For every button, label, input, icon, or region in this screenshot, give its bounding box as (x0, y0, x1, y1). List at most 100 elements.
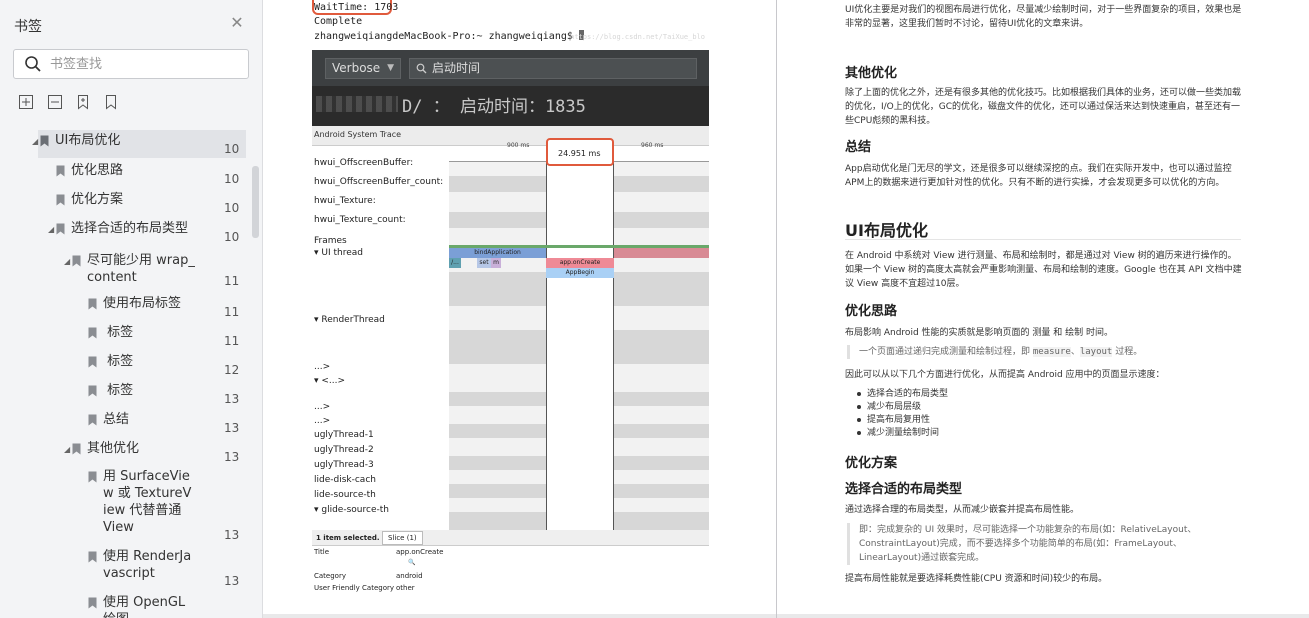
trace-track-name: ▾ UI thread (314, 248, 363, 258)
bookmark-item[interactable]: 标签 13 (0, 380, 250, 408)
list-item: 选择合适的布局类型 (856, 388, 948, 401)
redacted-region (316, 96, 398, 112)
bookmark-icon[interactable] (103, 94, 119, 110)
paragraph-aspects: 因此可以从以下几个方面进行优化，从而提高 Android 应用中的页面显示速度： (845, 370, 1165, 380)
trace-info-panel: 1 item selected. Slice (1) Title app.onC… (312, 530, 709, 614)
heading-plan: 优化方案 (845, 456, 898, 471)
bookmark-icon (56, 194, 65, 206)
bookmark-item[interactable]: 标签 12 (0, 351, 250, 379)
ruler-tick: 960 ms (641, 142, 664, 149)
log-level-select: Verbose ▼ (325, 58, 401, 79)
ruler-tick: 900 ms (507, 142, 530, 149)
bookmark-tree: ◢ UI布局优化 10 优化思路 10 优化方案 10 ◢ 选择合适的布局类型 10 ◢ 尽可能少用 … (0, 126, 262, 618)
chevron-down-icon: ▼ (387, 63, 394, 73)
bookmark-label: UI布局优化 (55, 133, 121, 148)
trace-track-name: hwui_OffscreenBuffer_count: (314, 177, 444, 187)
trace-tracks: bindApplication /... set m app.onCreate … (449, 162, 709, 530)
bookmark-item[interactable]: 总结 13 (0, 409, 250, 437)
paragraph-ui: 在 Android 中系统对 View 进行测量、布局和绘制时，都是通过对 Vi… (845, 251, 1242, 289)
bookmark-item[interactable]: 用 SurfaceVie w 或 TextureV iew 代替普通 View 1… (0, 466, 250, 544)
trace-slice: AppBegin (546, 268, 614, 278)
collapse-all-icon[interactable] (47, 94, 63, 110)
document-viewer: WaitTime: 1703 Complete zhangweiqiangdeM… (263, 0, 1309, 618)
trace-track-name: hwui_Texture_count: (314, 215, 406, 225)
paragraph-summary: App启动优化是门无尽的学文，还是很多可以继续深挖的点。我们在实际开发中，也可以… (845, 164, 1232, 188)
bookmark-label: 优化思路 (71, 163, 124, 178)
document-page-left: WaitTime: 1703 Complete zhangweiqiangdeM… (263, 0, 776, 614)
trace-track-name: hwui_Texture: (314, 196, 376, 206)
bookmark-icon (88, 385, 97, 397)
bookmark-label: 使用 OpenGL 绘图 (103, 595, 186, 618)
log-query-field: 启动时间 (409, 58, 697, 79)
bookmark-search-box[interactable] (13, 49, 249, 79)
bookmark-icon (88, 471, 97, 483)
bookmark-label: 尽可能少用 wrap_ content (87, 253, 195, 285)
info-panel-bar: 1 item selected. Slice (1) (312, 530, 709, 546)
list-item: 减少布局层级 (856, 401, 948, 414)
bookmark-item[interactable]: 标签 11 (0, 322, 250, 350)
heading-ui-layout: UI布局优化 (845, 221, 928, 240)
close-icon[interactable]: ✕ (228, 14, 246, 32)
search-icon (416, 63, 427, 74)
trace-slice: app.onCreate (546, 258, 614, 268)
expand-toggle-icon[interactable]: ◢ (64, 446, 72, 454)
aspects-list: 选择合适的布局类型 减少布局层级 提高布局复用性 减少测量绘制时间 (856, 388, 948, 440)
bookmark-icon (88, 414, 97, 426)
selected-time-window (546, 162, 614, 530)
paragraph-idea: 布局影响 Android 性能的实质就是影响页面的 测量 和 绘制 时间。 (845, 328, 1113, 338)
bookmark-sidebar: 书签 ✕ ◢ UI布局优化 10 优化思路 10 优化方案 10 ◢ 选择合适的布局类型 10 (0, 0, 263, 618)
trace-slice: m (491, 258, 501, 268)
list-item: 提高布局复用性 (856, 414, 948, 427)
search-icon: 🔍 (408, 559, 416, 566)
paragraph-last: 提高布局性能就是要选择耗费性能(CPU 资源和时间)较少的布局。 (845, 574, 1108, 584)
bookmark-page-number: 11 (224, 334, 240, 348)
expand-toggle-icon[interactable]: ◢ (64, 258, 72, 266)
bookmark-item[interactable]: 使用布局标签 11 (0, 293, 250, 321)
bookmark-item[interactable]: 优化方案 10 (0, 189, 250, 217)
bookmark-icon (88, 356, 97, 368)
bookmark-item[interactable]: 优化思路 10 (0, 160, 250, 188)
bookmark-item[interactable]: ◢ UI布局优化 10 (32, 130, 246, 158)
quote-choose: 即：完成复杂的 UI 效果时，尽可能选择一个功能复杂的布局(如：Relative… (847, 523, 1241, 565)
heading-summary: 总结 (845, 140, 872, 155)
bookmark-page-number: 13 (224, 421, 240, 435)
bookmark-icon (72, 255, 81, 267)
expand-toggle-icon[interactable]: ◢ (32, 138, 40, 146)
bookmark-item[interactable]: 使用 RenderJa vascript 13 (0, 546, 250, 590)
logcat-filter-bar: Verbose ▼ 启动时间 (312, 50, 709, 86)
bookmark-item[interactable]: ◢ 其他优化 13 (0, 438, 250, 466)
trace-track-name: lide-source-th (314, 490, 376, 500)
trace-track-name: ▾ glide-source-th (314, 505, 389, 515)
expand-all-icon[interactable] (18, 94, 34, 110)
sidebar-scrollbar[interactable] (252, 166, 259, 238)
bookmark-icon (40, 135, 49, 147)
heading-other-optimization: 其他优化 (845, 66, 898, 81)
bookmark-item[interactable]: 使用 OpenGL 绘图 (0, 592, 250, 618)
bookmark-label: 用 SurfaceVie w 或 TextureV iew 代替普通 View (103, 469, 192, 535)
trace-track-name: lide-disk-cach (314, 475, 376, 485)
bookmark-icon (88, 298, 97, 310)
add-bookmark-icon[interactable] (75, 94, 91, 110)
bookmark-search-input[interactable] (50, 54, 240, 74)
systrace-screenshot: Android System Trace 900 ms 960 ms hwui_… (312, 126, 709, 530)
expand-toggle-icon[interactable]: ◢ (48, 226, 56, 234)
logcat-output-line: D/ ： 启动时间：1835 (312, 86, 709, 126)
bookmark-label: 其他优化 (87, 441, 140, 456)
trace-slice: bindApplication (449, 248, 546, 258)
logcat-text: D/ ： 启动时间：1835 (402, 97, 586, 117)
trace-track-name: hwui_OffscreenBuffer: (314, 158, 414, 168)
bookmark-icon (72, 443, 81, 455)
bookmark-label: 总结 (103, 412, 130, 427)
bookmark-icon (88, 327, 97, 339)
heading-divider (845, 239, 1241, 240)
bookmark-icon (56, 223, 65, 235)
bookmark-item[interactable]: ◢ 尽可能少用 wrap_ content 11 (0, 250, 250, 290)
bookmark-page-number: 10 (224, 230, 240, 244)
bookmark-icon (88, 597, 97, 609)
bookmark-item[interactable]: ◢ 选择合适的布局类型 10 (0, 218, 250, 246)
trace-track-name: ...> (314, 402, 331, 412)
bookmark-label: 优化方案 (71, 192, 124, 207)
search-icon (25, 56, 41, 72)
bookmark-label: 标签 (103, 383, 134, 398)
bookmark-page-number: 10 (224, 142, 240, 156)
